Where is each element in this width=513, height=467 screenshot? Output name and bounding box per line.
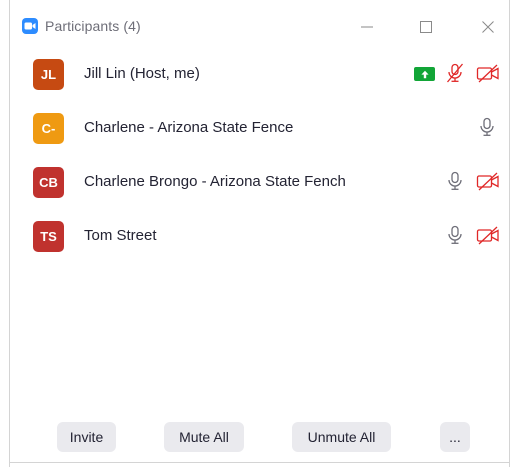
microphone-icon[interactable] <box>443 169 467 193</box>
mic-muted-icon[interactable] <box>443 61 467 85</box>
avatar: TS <box>33 221 64 252</box>
screen-share-icon <box>414 67 435 81</box>
mute-all-button[interactable]: Mute All <box>164 422 244 452</box>
unmute-all-button[interactable]: Unmute All <box>292 422 391 452</box>
participant-row[interactable]: TS Tom Street <box>10 212 509 258</box>
participant-name: Charlene Brongo - Arizona State Fench <box>84 173 346 190</box>
participants-window: Participants (4) JL Jill Lin (Host, me) <box>0 0 513 467</box>
minimize-button[interactable] <box>347 10 387 44</box>
participant-name: Tom Street <box>84 227 157 244</box>
participant-row[interactable]: C- Charlene - Arizona State Fence <box>10 104 509 150</box>
video-off-icon[interactable] <box>475 61 501 85</box>
participant-name: Jill Lin (Host, me) <box>84 65 200 82</box>
avatar: JL <box>33 59 64 90</box>
maximize-button[interactable] <box>406 10 446 44</box>
minimize-icon <box>361 26 373 28</box>
participant-name: Charlene - Arizona State Fence <box>84 119 294 136</box>
close-button[interactable] <box>468 10 508 44</box>
zoom-app-icon <box>22 18 38 34</box>
participant-row[interactable]: JL Jill Lin (Host, me) <box>10 50 509 96</box>
more-options-button[interactable]: ... <box>440 422 470 452</box>
window-title: Participants (4) <box>45 18 141 34</box>
window-border-bottom <box>9 462 510 463</box>
video-off-icon[interactable] <box>475 223 501 247</box>
participant-row[interactable]: CB Charlene Brongo - Arizona State Fench <box>10 158 509 204</box>
microphone-icon[interactable] <box>443 223 467 247</box>
close-icon <box>482 21 494 33</box>
microphone-icon[interactable] <box>475 115 499 139</box>
video-off-icon[interactable] <box>475 169 501 193</box>
title-bar[interactable]: Participants (4) <box>10 10 509 44</box>
invite-button[interactable]: Invite <box>57 422 116 452</box>
avatar: C- <box>33 113 64 144</box>
maximize-icon <box>420 21 432 33</box>
window-border-right <box>509 0 510 467</box>
avatar: CB <box>33 167 64 198</box>
